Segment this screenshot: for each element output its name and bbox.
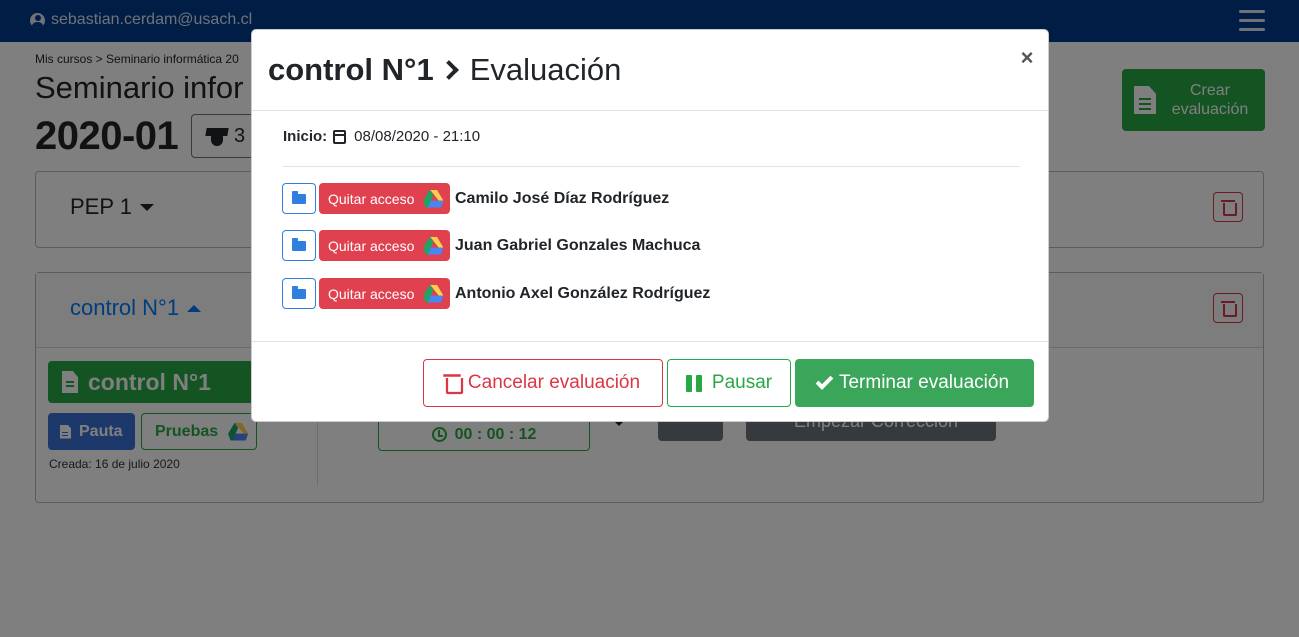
remove-access-label: Quitar acceso <box>328 237 415 254</box>
pause-icon <box>685 374 702 392</box>
remove-access-button[interactable]: Quitar acceso <box>319 230 450 261</box>
pause-button[interactable]: Pausar <box>667 359 791 407</box>
modal-header: control N°1 Evaluación × <box>252 30 1048 111</box>
remove-access-label: Quitar acceso <box>328 285 415 302</box>
student-name: Juan Gabriel Gonzales Machuca <box>455 236 701 254</box>
google-drive-icon <box>423 189 444 208</box>
chevron-right-icon <box>438 60 459 80</box>
start-label: Inicio: <box>283 128 328 145</box>
open-folder-button[interactable] <box>282 183 316 214</box>
modal-title: control N°1 Evaluación <box>268 52 621 88</box>
divider <box>283 166 1020 167</box>
folder-open-icon <box>292 190 306 204</box>
cancel-evaluation-label: Cancelar evaluación <box>467 372 641 393</box>
open-folder-button[interactable] <box>282 230 316 261</box>
start-info: Inicio: 08/08/2020 - 21:10 <box>283 128 480 145</box>
student-row: Quitar acceso Antonio Axel González Rodr… <box>282 278 710 309</box>
folder-open-icon <box>292 237 306 251</box>
student-name: Antonio Axel González Rodríguez <box>455 284 711 302</box>
check-icon <box>815 371 834 390</box>
trash-icon <box>443 374 464 395</box>
close-icon[interactable]: × <box>1018 47 1036 69</box>
modal-title-main: control N°1 <box>268 52 434 87</box>
pause-label: Pausar <box>711 372 773 393</box>
start-value: 08/08/2020 - 21:10 <box>354 128 481 145</box>
remove-access-label: Quitar acceso <box>328 190 415 207</box>
finish-evaluation-label: Terminar evaluación <box>838 372 1010 393</box>
modal-footer-divider <box>252 341 1048 342</box>
calendar-icon <box>333 129 347 144</box>
finish-evaluation-button[interactable]: Terminar evaluación <box>795 359 1034 407</box>
modal-title-sub: Evaluación <box>469 52 622 87</box>
student-row: Quitar acceso Camilo José Díaz Rodríguez <box>282 183 669 214</box>
student-row: Quitar acceso Juan Gabriel Gonzales Mach… <box>282 230 700 261</box>
remove-access-button[interactable]: Quitar acceso <box>319 278 450 309</box>
google-drive-icon <box>423 236 444 255</box>
student-name: Camilo José Díaz Rodríguez <box>455 189 670 207</box>
google-drive-icon <box>423 284 444 303</box>
open-folder-button[interactable] <box>282 278 316 309</box>
evaluation-modal: control N°1 Evaluación × Inicio: 08/08/2… <box>251 29 1049 422</box>
remove-access-button[interactable]: Quitar acceso <box>319 183 450 214</box>
folder-open-icon <box>292 285 306 299</box>
cancel-evaluation-button[interactable]: Cancelar evaluación <box>423 359 663 407</box>
